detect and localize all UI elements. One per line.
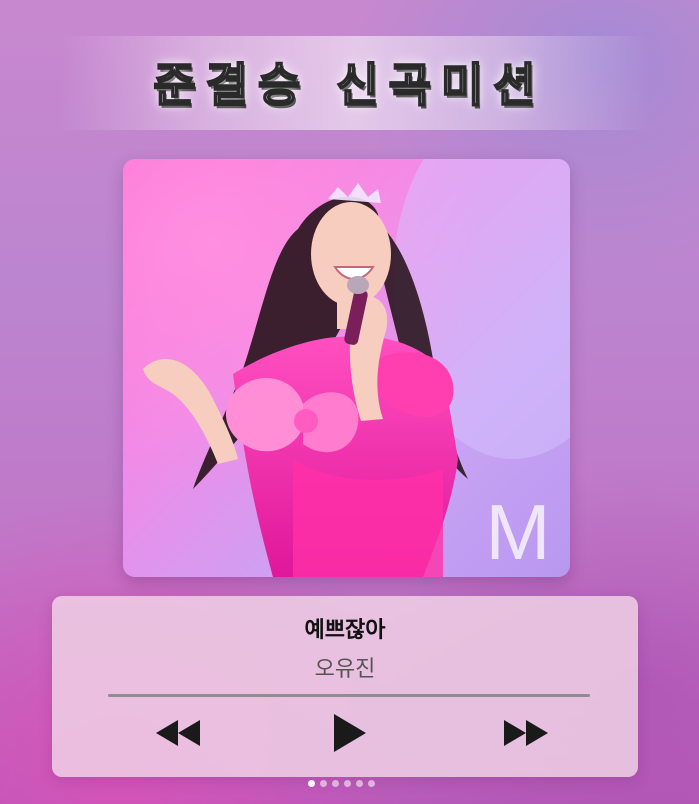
fast-forward-icon [504,720,548,746]
progress-bar[interactable] [108,694,590,697]
pagination-dots [308,780,375,788]
artist-name: 오유진 [314,657,376,682]
play-button[interactable] [328,712,372,754]
pagination-dot[interactable] [320,780,327,787]
play-icon [334,714,366,752]
album-art: M [123,159,570,577]
player-card: 예쁘잖아 오유진 [52,596,638,777]
previous-button[interactable] [150,712,206,754]
pagination-dot[interactable] [368,780,375,787]
pagination-dot-active[interactable] [308,780,315,787]
pagination-dot[interactable] [356,780,363,787]
rewind-icon [156,720,200,746]
pagination-dot[interactable] [332,780,339,787]
page-title: 준결승 신곡미션 [152,57,546,113]
watermark-m: M [486,488,551,576]
song-title: 예쁘잖아 [304,618,386,643]
album-art-illustration: M [123,159,570,577]
next-button[interactable] [498,712,554,754]
pagination-dot[interactable] [344,780,351,787]
